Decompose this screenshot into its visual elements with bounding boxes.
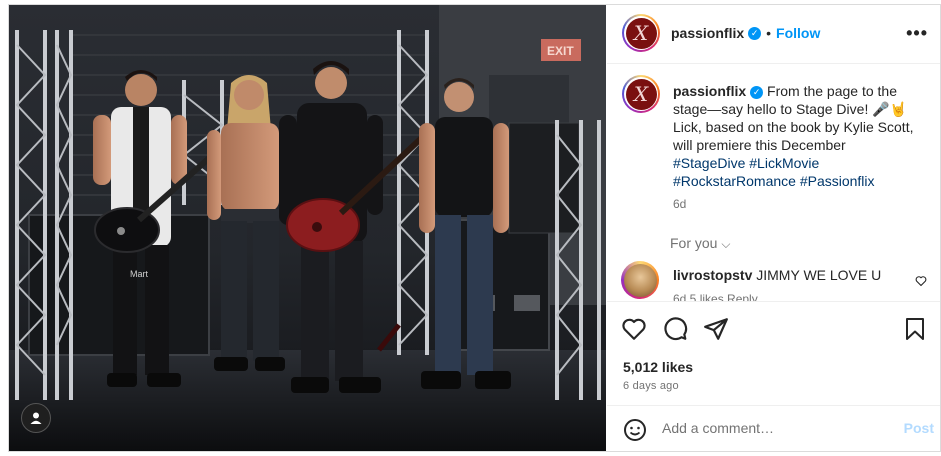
comment-meta: 6d 5 likes Reply	[673, 292, 758, 301]
caption-hashtags-1[interactable]: #StageDive #LickMovie	[673, 155, 819, 171]
caption-avatar[interactable]: X	[622, 75, 660, 113]
post-caption: passionflix ✓ From the page to the stage—…	[673, 82, 923, 190]
caption-avatar-logo: X	[625, 78, 657, 110]
author-username[interactable]: passionflix	[671, 25, 744, 41]
comment-icon[interactable]	[662, 316, 688, 342]
post-side-panel: X passionflix ✓ • Follow ••• X passionflix ✓…	[607, 5, 940, 451]
commenter-avatar[interactable]	[621, 261, 659, 299]
add-comment-bar: Add a comment… Post	[607, 405, 940, 452]
post-header: X passionflix ✓ • Follow •••	[607, 5, 940, 64]
amp-brand-text: Mart	[130, 269, 148, 279]
author-avatar[interactable]: X	[622, 14, 660, 52]
share-icon[interactable]	[703, 316, 729, 342]
comment-body: livrostopstv JIMMY WE LOVE U	[673, 267, 881, 283]
caption-verified-icon: ✓	[750, 85, 764, 99]
post-photo[interactable]: EXIT Mart	[9, 5, 606, 451]
bookmark-icon[interactable]	[903, 316, 927, 342]
caption-age: 6d	[673, 197, 687, 211]
comment-input[interactable]: Add a comment…	[662, 420, 774, 436]
post-comment-button[interactable]: Post	[904, 420, 934, 436]
for-you-label: For you	[670, 235, 718, 251]
caption-hashtags-2[interactable]: #RockstarRomance #Passionflix	[673, 173, 875, 189]
emoji-icon[interactable]	[623, 418, 647, 442]
follow-button[interactable]: Follow	[776, 25, 820, 41]
for-you-toggle[interactable]: For you ⌵	[670, 235, 730, 252]
exit-sign-text: EXIT	[547, 44, 574, 58]
like-comment-heart-icon[interactable]	[915, 275, 927, 287]
heart-icon[interactable]	[621, 316, 647, 342]
user-tag-icon	[30, 412, 42, 424]
band-photo-illustration: EXIT Mart	[9, 5, 606, 451]
avatar-logo: X	[625, 17, 657, 49]
instagram-post-card: EXIT Mart X passionflix ✓ • Follow ••• X…	[8, 4, 941, 452]
caption-username[interactable]: passionflix	[673, 83, 746, 99]
posted-date: 6 days ago	[623, 380, 679, 392]
header-identity: passionflix ✓ • Follow	[671, 25, 820, 43]
more-options-button[interactable]: •••	[906, 23, 928, 44]
dot-separator: •	[766, 25, 772, 41]
comment-text: JIMMY WE LOVE U	[756, 267, 882, 283]
tag-user-button[interactable]	[21, 403, 51, 433]
likes-count[interactable]: 5,012 likes	[623, 359, 693, 375]
comment-item: livrostopstv JIMMY WE LOVE U 6d 5 likes …	[621, 261, 931, 301]
chevron-down-icon: ⌵	[721, 237, 731, 251]
post-actions: 5,012 likes 6 days ago	[607, 301, 940, 406]
verified-badge-icon: ✓	[748, 27, 762, 41]
commenter-username[interactable]: livrostopstv	[673, 267, 752, 283]
